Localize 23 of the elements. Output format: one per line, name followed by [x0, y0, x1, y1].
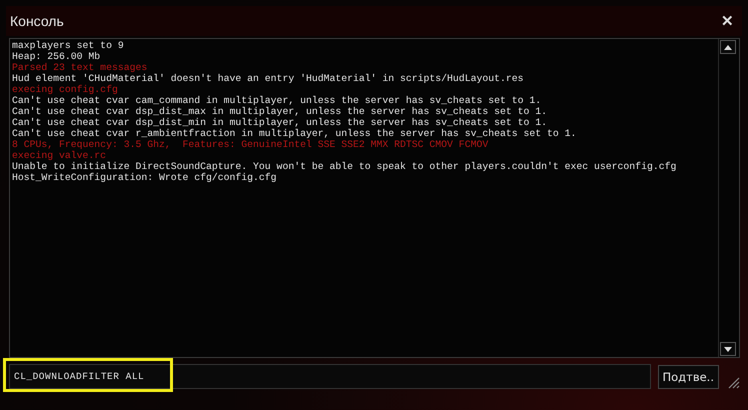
log-line: Can't use cheat cvar dsp_dist_max in multiplayer, unless the server has sv_cheats set to 1. — [12, 106, 547, 117]
log-line: Host_WriteConfiguration: Wrote cfg/config.cfg — [12, 172, 277, 183]
log-line: execing config.cfg — [12, 84, 118, 95]
log-line: maxplayers set to 9 — [12, 40, 124, 51]
log-line: Hud element 'CHudMaterial' doesn't have an entry 'HudMaterial' in scripts/HudLayout.res — [12, 73, 524, 84]
resize-grip-icon[interactable] — [726, 375, 740, 389]
scroll-up-button[interactable] — [720, 40, 736, 54]
log-line: Heap: 256.00 Mb — [12, 51, 100, 62]
log-line: Parsed 23 text messages — [12, 62, 148, 73]
command-field[interactable]: CL_DOWNLOADFILTER ALL — [9, 364, 650, 389]
log-line: Can't use cheat cvar dsp_dist_min in multiplayer, unless the server has sv_cheats set to 1. — [12, 117, 547, 128]
close-button[interactable]: ✕ — [717, 12, 738, 30]
window-title: Консоль — [10, 13, 64, 29]
log-line: execing valve.rc — [12, 150, 106, 161]
log-line: Unable to initialize DirectSoundCapture. You won't be able to speak to other players.couldn't exec userconfig.cfg — [12, 161, 676, 172]
scroll-down-button[interactable] — [720, 342, 736, 356]
submit-button[interactable]: Подтве.. — [658, 364, 719, 388]
log-line: 8 CPUs, Frequency: 3.5 Ghz, Features: GenuineIntel SSE SSE2 MMX RDTSC CMOV FCMOV — [12, 139, 488, 150]
up-triangle-icon — [724, 44, 732, 50]
down-triangle-icon — [724, 346, 732, 352]
log-line: Can't use cheat cvar r_ambientfraction in multiplayer, unless the server has sv_cheats set to 1. — [12, 128, 576, 139]
log-line: Can't use cheat cvar cam_command in multiplayer, unless the server has sv_cheats set to 1. — [12, 95, 542, 106]
scrollbar[interactable] — [718, 39, 739, 357]
